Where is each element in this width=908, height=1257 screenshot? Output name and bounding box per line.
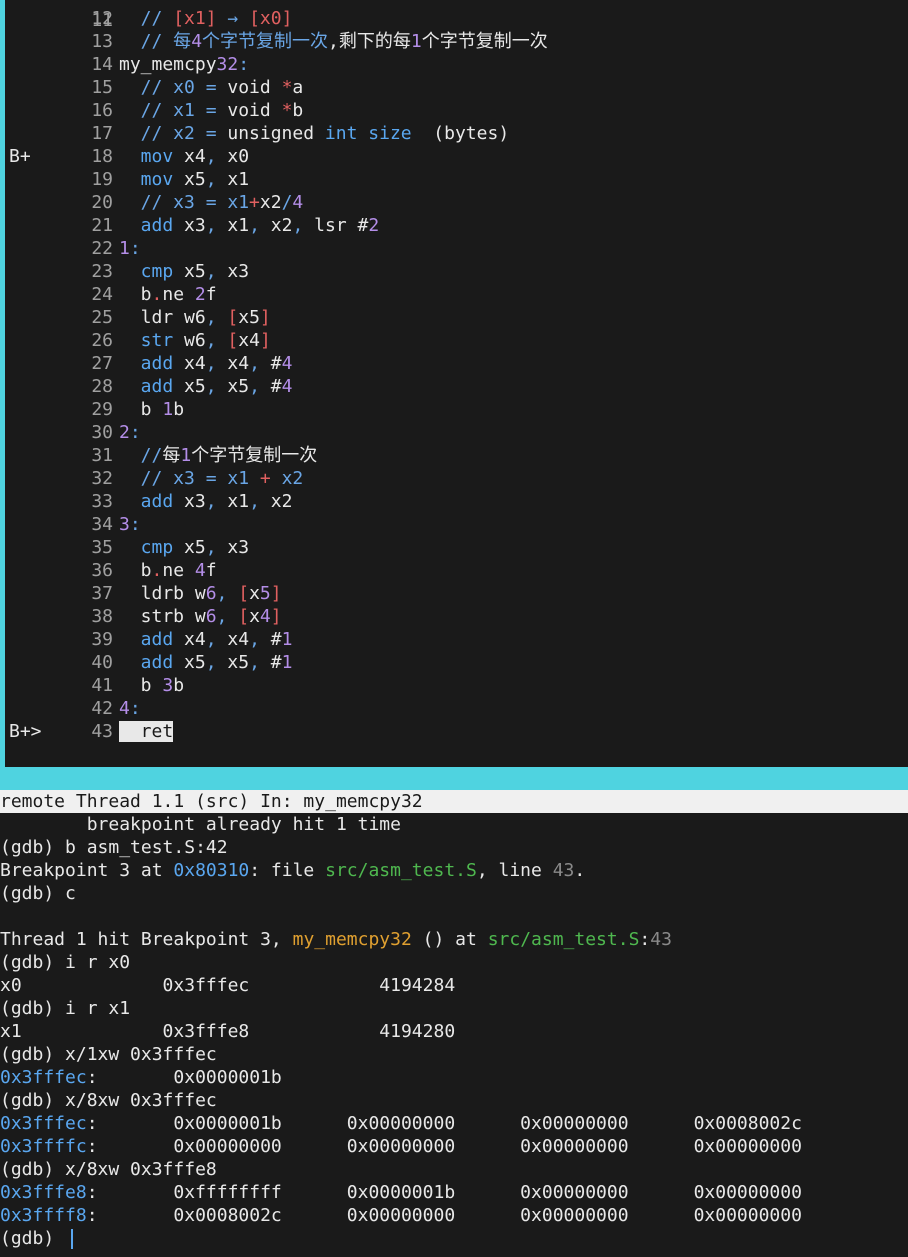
- source-code: 4:: [119, 698, 141, 719]
- console-line: (gdb) x/8xw 0x3fffec: [0, 1090, 217, 1111]
- source-code: 1:: [119, 238, 141, 259]
- source-code: // x1 = void *b: [119, 100, 304, 121]
- line-number: 42: [91, 698, 113, 719]
- source-code: // x3 = x1+x2/4: [119, 192, 304, 213]
- console-line: 0x3ffff8: 0x0008002c 0x00000000 0x000000…: [0, 1205, 802, 1226]
- line-number: 27: [91, 353, 113, 374]
- console-line: (gdb) b asm_test.S:42: [0, 837, 228, 858]
- line-number: 13: [91, 31, 113, 52]
- line-number: 26: [91, 330, 113, 351]
- prompt-text: (gdb): [0, 1228, 66, 1249]
- source-code: b 1b: [119, 399, 185, 420]
- line-number: 32: [91, 468, 113, 489]
- source-code: ldr w6, [x5]: [119, 307, 271, 328]
- line-number: 15: [91, 77, 113, 98]
- source-code: add x4, x4, #1: [119, 629, 293, 650]
- text-cursor: [71, 1229, 74, 1249]
- line-number: 17: [91, 123, 113, 144]
- source-code: add x3, x1, x2: [119, 491, 293, 512]
- source-code: // x3 = x1 + x2: [119, 468, 304, 489]
- source-code: add x4, x4, #4: [119, 353, 293, 374]
- line-number: 34: [91, 514, 113, 535]
- gdb-prompt[interactable]: (gdb): [0, 1227, 74, 1250]
- line-number: 38: [91, 606, 113, 627]
- source-code: // [x1] → [x0]: [119, 8, 293, 29]
- breakpoint-marker: B+>: [9, 721, 42, 742]
- line-number: 16: [91, 100, 113, 121]
- source-code: add x5, x5, #1: [119, 652, 293, 673]
- line-number: 30: [91, 422, 113, 443]
- line-number: 29: [91, 399, 113, 420]
- line-number: 33: [91, 491, 113, 512]
- source-code: b.ne 2f: [119, 284, 217, 305]
- source-code: strb w6, [x4]: [119, 606, 282, 627]
- source-code: mov x4, x0: [119, 146, 250, 167]
- source-code: add x5, x5, #4: [119, 376, 293, 397]
- source-code: mov x5, x1: [119, 169, 250, 190]
- source-line-partial: 11: [5, 0, 113, 31]
- line-number: 25: [91, 307, 113, 328]
- line-number: 18: [91, 146, 113, 167]
- line-number: 35: [91, 537, 113, 558]
- source-code: my_memcpy32:: [119, 54, 250, 75]
- source-code: cmp x5, x3: [119, 537, 250, 558]
- line-number: 14: [91, 54, 113, 75]
- console-line: (gdb) c: [0, 883, 76, 904]
- line-number: 20: [91, 192, 113, 213]
- line-number: 24: [91, 284, 113, 305]
- console-line: (gdb) i r x0: [0, 952, 131, 973]
- console-line: 0x3ffffc: 0x00000000 0x00000000 0x000000…: [0, 1136, 802, 1157]
- source-code: ldrb w6, [x5]: [119, 583, 282, 604]
- line-number: 22: [91, 238, 113, 259]
- line-number: 39: [91, 629, 113, 650]
- console-line: (gdb) i r x1: [0, 998, 131, 1019]
- console-line: x0 0x3fffec 4194284: [0, 975, 456, 996]
- line-number: 28: [91, 376, 113, 397]
- status-bar: remote Thread 1.1 (src) In: my_memcpy32: [0, 790, 908, 813]
- console-line: (gdb) x/8xw 0x3fffe8: [0, 1159, 217, 1180]
- line-number: 40: [91, 652, 113, 673]
- line-number: 12: [91, 8, 113, 29]
- console-line: breakpoint already hit 1 time: [0, 814, 401, 835]
- source-code: // 每4个字节复制一次,剩下的每1个字节复制一次: [119, 31, 548, 52]
- console-line: Breakpoint 3 at 0x80310: file src/asm_te…: [0, 860, 586, 881]
- breakpoint-marker: B+: [9, 146, 31, 167]
- console-line: (gdb) x/1xw 0x3fffec: [0, 1044, 217, 1065]
- line-number: 37: [91, 583, 113, 604]
- source-code: // x2 = unsigned int size (bytes): [119, 123, 510, 144]
- line-number: 36: [91, 560, 113, 581]
- source-code: cmp x5, x3: [119, 261, 250, 282]
- console-line: x1 0x3fffe8 4194280: [0, 1021, 456, 1042]
- source-code: 3:: [119, 514, 141, 535]
- console-line: 0x3fffec: 0x0000001b 0x00000000 0x000000…: [0, 1113, 802, 1134]
- source-code: // x0 = void *a: [119, 77, 304, 98]
- line-number: 23: [91, 261, 113, 282]
- line-number: 41: [91, 675, 113, 696]
- line-number: 19: [91, 169, 113, 190]
- console-line: 0x3fffe8: 0xffffffff 0x0000001b 0x000000…: [0, 1182, 802, 1203]
- console-line: Thread 1 hit Breakpoint 3, my_memcpy32 (…: [0, 929, 672, 950]
- source-code: //每1个字节复制一次: [119, 445, 318, 466]
- source-code: 2:: [119, 422, 141, 443]
- source-code: add x3, x1, x2, lsr #2: [119, 215, 380, 236]
- source-code: b 3b: [119, 675, 185, 696]
- source-code: b.ne 4f: [119, 560, 217, 581]
- line-number: 21: [91, 215, 113, 236]
- source-code: str w6, [x4]: [119, 330, 271, 351]
- source-pane[interactable]: 11 12 // [x1] → [x0] 13 // 每4个字节复制一次,剩下的每…: [5, 0, 908, 767]
- line-number: 31: [91, 445, 113, 466]
- source-code: ret: [119, 721, 174, 742]
- console-line: 0x3fffec: 0x0000001b: [0, 1067, 282, 1088]
- line-number: 43: [91, 721, 113, 742]
